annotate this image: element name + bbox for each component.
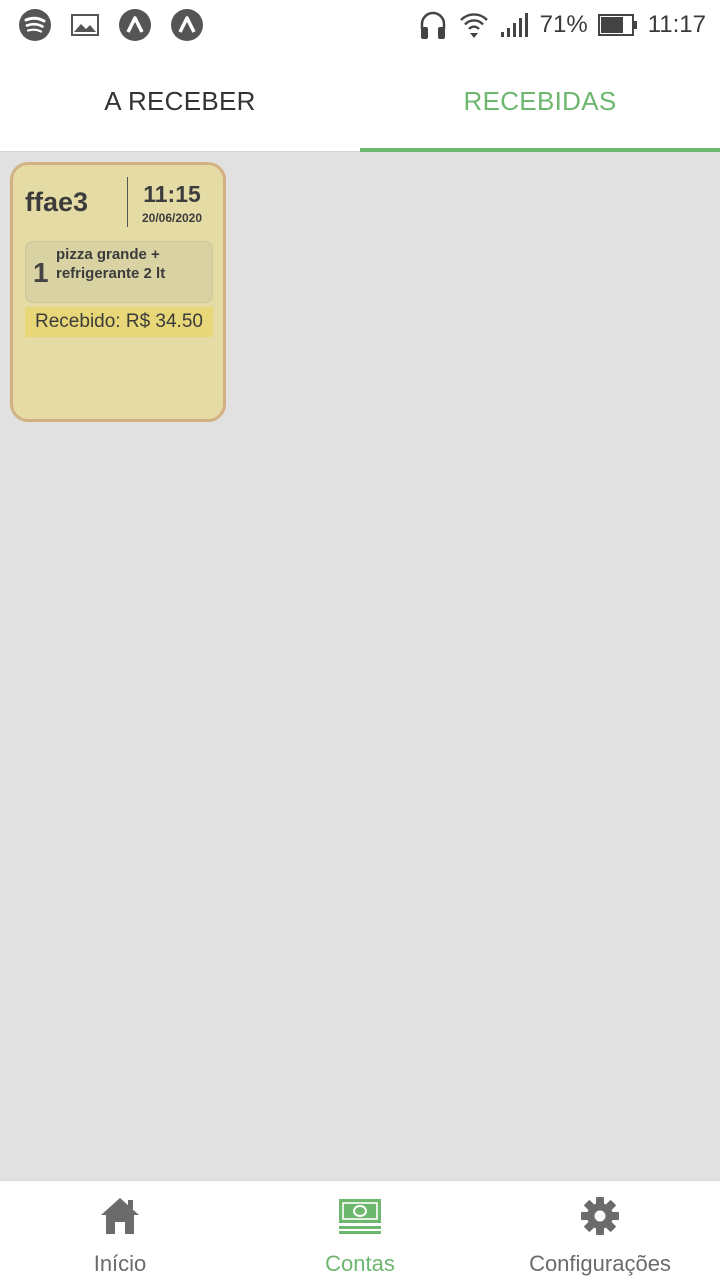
item-description: pizza grande + refrigerante 2 lt xyxy=(56,246,166,282)
nav-contas-label: Contas xyxy=(325,1251,395,1276)
received-amount: Recebido: R$ 34.50 xyxy=(25,307,213,337)
nav-inicio-label: Início xyxy=(93,1251,147,1276)
battery-percent: 71% xyxy=(539,11,588,38)
status-bar: 71% 11:17 xyxy=(0,0,720,50)
battery-icon xyxy=(597,13,638,37)
order-name: ffae3 xyxy=(25,187,89,217)
notification-icons xyxy=(18,7,204,43)
gear-icon xyxy=(480,1193,720,1239)
order-date: 20/06/2020 xyxy=(141,211,203,225)
spotify-icon xyxy=(18,8,52,42)
item-quantity: 1 xyxy=(33,257,49,288)
order-item: 1 pizza grande + refrigerante 2 lt xyxy=(25,241,213,303)
headset-icon xyxy=(418,9,448,41)
orders-list: ffae3 11:15 20/06/2020 1 pizza grande + … xyxy=(0,152,720,1180)
tab-bar: A RECEBER RECEBIDAS xyxy=(0,50,720,152)
wifi-icon xyxy=(458,9,490,41)
home-icon xyxy=(0,1193,240,1239)
order-time: 11:15 xyxy=(143,181,201,207)
app-a-icon xyxy=(118,8,152,42)
nav-configuracoes-label: Configurações xyxy=(529,1251,671,1276)
card-divider xyxy=(127,177,128,227)
signal-icon xyxy=(500,12,530,38)
bottom-navigation: Início Contas Configurações xyxy=(0,1180,720,1280)
system-icons: 71% 11:17 xyxy=(418,7,706,43)
image-icon xyxy=(70,13,100,37)
money-icon xyxy=(240,1193,480,1239)
tab-a-receber[interactable]: A RECEBER xyxy=(0,50,360,152)
nav-configuracoes[interactable]: Configurações xyxy=(480,1181,720,1280)
clock: 11:17 xyxy=(647,11,706,38)
nav-inicio[interactable]: Início xyxy=(0,1181,240,1280)
app-a-icon xyxy=(170,8,204,42)
order-card[interactable]: ffae3 11:15 20/06/2020 1 pizza grande + … xyxy=(10,162,226,422)
tab-recebidas[interactable]: RECEBIDAS xyxy=(360,50,720,152)
nav-contas[interactable]: Contas xyxy=(240,1181,480,1280)
